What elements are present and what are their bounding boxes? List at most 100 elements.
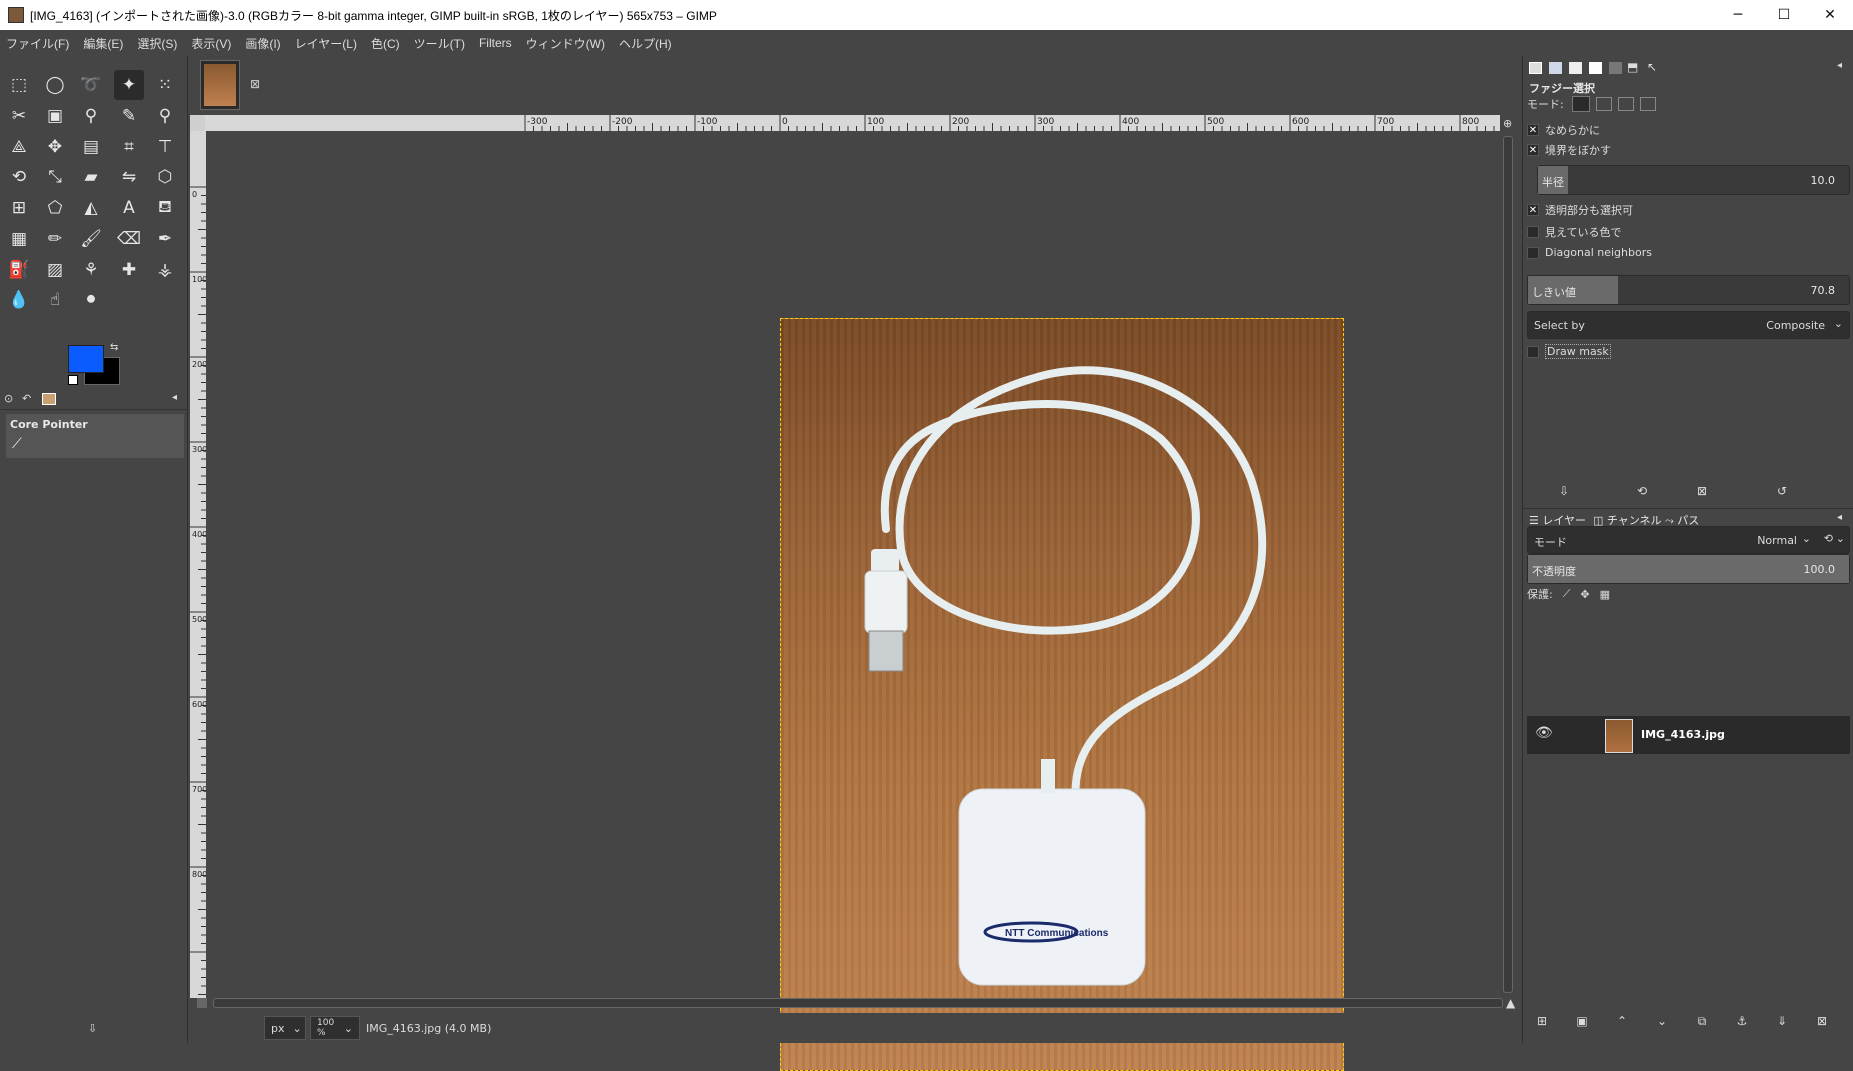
text-tool-icon[interactable]: A xyxy=(114,193,144,223)
ink-icon[interactable]: ⛽ xyxy=(4,255,34,285)
foreground-select-icon[interactable]: ▣ xyxy=(40,101,70,131)
image-tab-close-icon[interactable]: ⊠ xyxy=(250,77,260,91)
device-status-tab-icon[interactable] xyxy=(1549,62,1562,74)
unit-select[interactable]: px ⌄ xyxy=(264,1016,306,1040)
reset-options-icon[interactable]: ↺ xyxy=(1773,482,1791,500)
foreground-color-swatch[interactable] xyxy=(68,345,104,373)
measure-icon[interactable]: ⟁ xyxy=(4,132,34,162)
lock-position-icon[interactable]: ✥ xyxy=(1580,588,1589,601)
gradient-icon[interactable]: ▦ xyxy=(4,224,34,254)
lock-alpha-icon[interactable]: ▦ xyxy=(1600,588,1610,601)
lock-pixels-icon[interactable]: ⟋ xyxy=(1563,587,1571,601)
device-status-tab-icon[interactable]: ⊙ xyxy=(4,392,13,405)
perspective-clone-icon[interactable]: ⚶ xyxy=(150,255,180,285)
zoom-icon[interactable]: ⚲ xyxy=(150,101,180,131)
new-layer-group-icon[interactable]: ▣ xyxy=(1573,1012,1591,1030)
move-icon[interactable]: ✥ xyxy=(40,132,70,162)
anchor-layer-icon[interactable]: ⚓ xyxy=(1733,1012,1751,1030)
sample-merged-row[interactable]: 見えている色で xyxy=(1527,224,1847,240)
rect-select-icon[interactable]: ⬚ xyxy=(4,70,34,100)
delete-layer-icon[interactable]: ⊠ xyxy=(1813,1012,1831,1030)
duplicate-layer-icon[interactable]: ⧉ xyxy=(1693,1012,1711,1030)
dodge-burn-icon[interactable]: ⚫ xyxy=(76,285,106,315)
layer-mode-combo[interactable]: モード Normal ⌄ ⟲ ⌄ xyxy=(1527,526,1850,554)
mode-replace-icon[interactable] xyxy=(1571,96,1590,112)
pointer-tab-icon[interactable]: ↖ xyxy=(1647,60,1657,74)
scale-icon[interactable]: ⤡ xyxy=(40,162,70,192)
dock-menu-icon[interactable]: ◂ xyxy=(172,392,177,403)
merge-layer-icon[interactable]: ⇓ xyxy=(1773,1012,1791,1030)
pencil-icon[interactable]: ✏ xyxy=(40,224,70,254)
composite-mode-icon[interactable]: ⟲ xyxy=(1824,532,1833,545)
delete-options-icon[interactable]: ⊠ xyxy=(1693,482,1711,500)
maximize-button[interactable]: ☐ xyxy=(1761,0,1807,30)
airbrush-icon[interactable]: ✒ xyxy=(150,224,180,254)
mode-add-icon[interactable] xyxy=(1595,97,1612,111)
rotate-icon[interactable]: ⟲ xyxy=(4,162,34,192)
diagonal-checkbox[interactable] xyxy=(1527,246,1539,259)
antialias-checkbox[interactable]: ✕ xyxy=(1527,124,1539,136)
mypaint-brush-icon[interactable]: ▨ xyxy=(40,255,70,285)
select-by-color-icon[interactable]: ⁙ xyxy=(150,70,180,100)
crop-icon[interactable]: ⌗ xyxy=(114,132,144,162)
vertical-scrollbar[interactable] xyxy=(1503,136,1513,993)
minimize-button[interactable]: ─ xyxy=(1715,0,1761,30)
draw-mask-row[interactable]: Draw mask xyxy=(1527,344,1847,359)
ellipse-select-icon[interactable]: ◯ xyxy=(40,70,70,100)
menu-image[interactable]: 画像(I) xyxy=(245,35,280,52)
smudge-icon[interactable]: ☝ xyxy=(40,285,70,315)
mode-intersect-icon[interactable] xyxy=(1639,97,1656,111)
blur-icon[interactable]: 💧 xyxy=(4,285,34,315)
align-icon[interactable]: ▤ xyxy=(76,132,106,162)
quick-mask-toggle-icon[interactable] xyxy=(197,998,207,1008)
fonts-tab-icon[interactable] xyxy=(1609,62,1622,74)
menu-select[interactable]: 選択(S) xyxy=(137,35,177,52)
shear-icon[interactable]: ▰ xyxy=(76,162,106,192)
threshold-spinner[interactable]: しきい値 70.8 xyxy=(1527,275,1850,305)
heal-icon[interactable]: ✚ xyxy=(114,255,144,285)
dock-menu-icon[interactable]: ◂ xyxy=(1837,60,1842,71)
menu-help[interactable]: ヘルプ(H) xyxy=(619,35,672,52)
dock-bottom-icon[interactable]: ⇩ xyxy=(88,1022,97,1035)
dock-menu-icon[interactable]: ◂ xyxy=(1837,512,1842,523)
transparent-checkbox[interactable]: ✕ xyxy=(1527,204,1539,216)
transparent-row[interactable]: ✕ 透明部分も選択可 xyxy=(1527,202,1847,218)
undo-history-tab-icon[interactable]: ↶ xyxy=(22,392,31,405)
lower-layer-icon[interactable]: ⌄ xyxy=(1653,1012,1671,1030)
feather-checkbox[interactable]: ✕ xyxy=(1527,144,1539,156)
image-tab[interactable] xyxy=(200,60,240,110)
horizontal-scrollbar[interactable] xyxy=(213,998,1503,1008)
cage-transform-icon[interactable]: ⬠ xyxy=(40,193,70,223)
brushes-tab-icon[interactable] xyxy=(1569,62,1582,74)
warp-transform-icon[interactable]: ⊞ xyxy=(4,193,34,223)
ruler-corner[interactable] xyxy=(190,115,205,131)
antialias-row[interactable]: ✕ なめらかに xyxy=(1527,122,1847,138)
diagonal-row[interactable]: Diagonal neighbors xyxy=(1527,246,1847,259)
eraser-icon[interactable]: ⌫ xyxy=(114,224,144,254)
mode-subtract-icon[interactable] xyxy=(1617,97,1634,111)
menu-layer[interactable]: レイヤー(L) xyxy=(295,35,357,52)
layer-row[interactable]: 👁 IMG_4163.jpg xyxy=(1527,716,1850,754)
tool-options-tab-icon[interactable] xyxy=(1529,62,1542,74)
menu-edit[interactable]: 編集(E) xyxy=(83,35,123,52)
unified-transform-icon[interactable]: ⊤ xyxy=(150,132,180,162)
zoom-select[interactable]: 100 % ⌄ xyxy=(310,1016,360,1040)
zoom-fit-icon[interactable]: ⊕ xyxy=(1503,117,1512,130)
raise-layer-icon[interactable]: ⌃ xyxy=(1613,1012,1631,1030)
image-canvas[interactable]: NTT Communications xyxy=(780,318,1344,1071)
canvas-stage[interactable]: NTT Communications xyxy=(206,131,1500,1071)
menu-file[interactable]: ファイル(F) xyxy=(6,35,69,52)
menu-colors[interactable]: 色(C) xyxy=(371,35,400,52)
opacity-spinner[interactable]: 不透明度 100.0 xyxy=(1527,554,1850,584)
patterns-tab-icon[interactable] xyxy=(1589,62,1602,74)
paths-icon[interactable]: ⚲ xyxy=(76,101,106,131)
paintbrush-icon[interactable]: 🖌 xyxy=(76,224,106,254)
select-by-combo[interactable]: Select by Composite ⌄ xyxy=(1527,311,1850,339)
swap-colors-icon[interactable]: ⇆ xyxy=(110,342,118,353)
menu-windows[interactable]: ウィンドウ(W) xyxy=(526,35,605,52)
menu-filters[interactable]: Filters xyxy=(479,36,512,50)
images-tab-icon[interactable] xyxy=(42,393,56,405)
clone-icon[interactable]: ⚘ xyxy=(76,255,106,285)
flip-icon[interactable]: ⇋ xyxy=(114,162,144,192)
menu-tools[interactable]: ツール(T) xyxy=(414,35,465,52)
